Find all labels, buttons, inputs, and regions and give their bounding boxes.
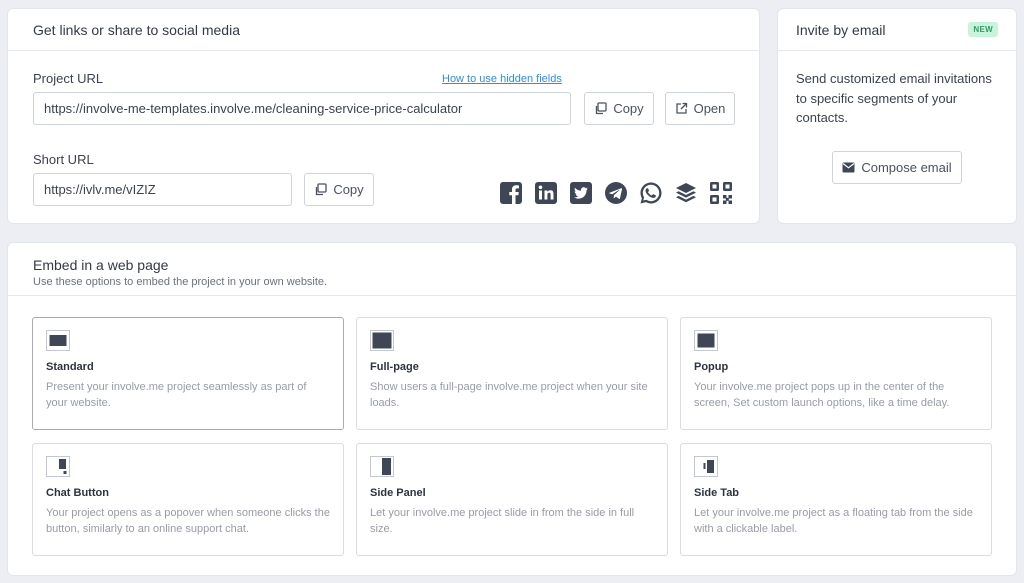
compose-email-button[interactable]: Compose email — [832, 151, 962, 184]
open-project-button[interactable]: Open — [665, 92, 735, 125]
copy-icon — [594, 102, 607, 115]
chat-button-layout-icon — [46, 456, 70, 477]
project-url-input[interactable] — [33, 92, 571, 125]
envelope-icon — [842, 162, 855, 173]
option-description: Your involve.me project pops up in the c… — [694, 381, 950, 409]
option-title: Popup — [694, 361, 729, 373]
standard-layout-icon — [46, 330, 70, 351]
copy-icon — [314, 183, 327, 196]
option-title: Full-page — [370, 361, 419, 373]
embed-card-title: Embed in a web page — [33, 257, 169, 273]
twitter-icon[interactable] — [569, 181, 593, 205]
invite-by-email-card: Invite by email NEW Send customized emai… — [777, 8, 1017, 224]
full-page-layout-icon — [370, 330, 394, 351]
social-share-icons — [499, 181, 733, 205]
side-panel-layout-icon — [370, 456, 394, 477]
embed-card-subtitle: Use these options to embed the project i… — [33, 276, 328, 288]
invite-card-title: Invite by email — [796, 21, 886, 38]
copy-project-url-button[interactable]: Copy — [584, 92, 654, 125]
option-title: Chat Button — [46, 487, 109, 499]
option-description: Your project opens as a popover when som… — [46, 507, 330, 535]
embed-option-side-tab[interactable]: Side Tab Let your involve.me project as … — [680, 443, 992, 556]
option-description: Present your involve.me project seamless… — [46, 381, 307, 409]
telegram-icon[interactable] — [604, 181, 628, 205]
linkedin-icon[interactable] — [534, 181, 558, 205]
short-url-input[interactable] — [33, 173, 292, 206]
qr-code-icon[interactable] — [709, 181, 733, 205]
option-title: Standard — [46, 361, 94, 373]
option-description: Let your involve.me project as a floatin… — [694, 507, 973, 535]
share-links-card: Get links or share to social media Proje… — [7, 8, 760, 224]
share-card-header: Get links or share to social media — [8, 9, 759, 51]
facebook-icon[interactable] — [499, 181, 523, 205]
embed-option-popup[interactable]: Popup Your involve.me project pops up in… — [680, 317, 992, 430]
invite-description: Send customized email invitations to spe… — [796, 71, 992, 125]
embed-card-header: Embed in a web page Use these options to… — [8, 243, 1016, 296]
short-url-label: Short URL — [33, 152, 94, 167]
external-link-icon — [675, 102, 688, 115]
side-tab-layout-icon — [694, 456, 718, 477]
embed-option-standard[interactable]: Standard Present your involve.me project… — [32, 317, 344, 430]
copy-short-url-button[interactable]: Copy — [304, 173, 374, 206]
option-description: Let your involve.me project slide in fro… — [370, 507, 635, 535]
embed-web-page-card: Embed in a web page Use these options to… — [7, 242, 1017, 576]
invite-card-header: Invite by email NEW — [778, 9, 1016, 51]
option-description: Show users a full-page involve.me projec… — [370, 381, 648, 409]
embed-option-side-panel[interactable]: Side Panel Let your involve.me project s… — [356, 443, 668, 556]
whatsapp-icon[interactable] — [639, 181, 663, 205]
copy-label: Copy — [333, 182, 364, 197]
open-label: Open — [693, 101, 726, 116]
option-title: Side Tab — [694, 487, 740, 499]
compose-email-label: Compose email — [861, 160, 952, 175]
popup-layout-icon — [694, 330, 718, 351]
hidden-fields-help-link[interactable]: How to use hidden fields — [442, 73, 562, 85]
option-title: Side Panel — [370, 487, 426, 499]
embed-option-chat-button[interactable]: Chat Button Your project opens as a popo… — [32, 443, 344, 556]
project-url-label: Project URL — [33, 71, 104, 86]
embed-option-full-page[interactable]: Full-page Show users a full-page involve… — [356, 317, 668, 430]
buffer-icon[interactable] — [674, 181, 698, 205]
share-card-title: Get links or share to social media — [33, 21, 240, 38]
copy-label: Copy — [613, 101, 644, 116]
new-badge: NEW — [968, 22, 998, 37]
